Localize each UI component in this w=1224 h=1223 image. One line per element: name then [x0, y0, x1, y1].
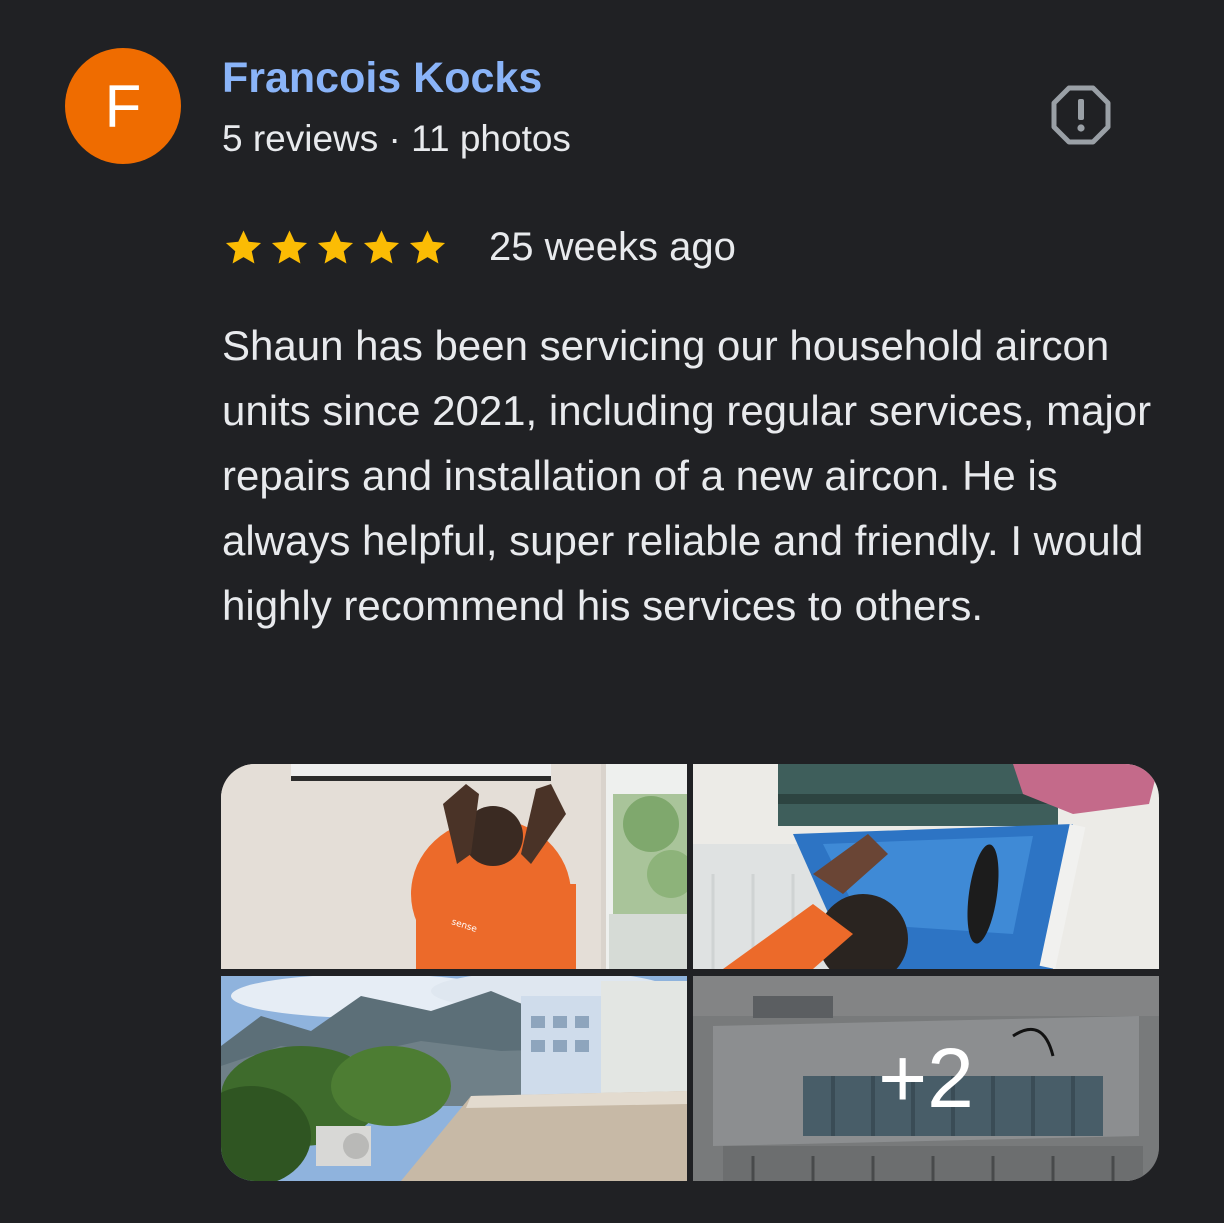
more-photos-count: +2: [878, 1031, 974, 1125]
author-meta: 5 reviews · 11 photos: [222, 118, 571, 159]
star-icon: [225, 229, 262, 263]
photo-rooftop-mountain-view: [221, 976, 687, 1181]
review-photo[interactable]: [693, 764, 1159, 969]
photo-grid: sense +2: [221, 764, 1159, 1181]
review-photo[interactable]: sense: [221, 764, 687, 969]
avatar[interactable]: F: [65, 48, 181, 164]
avatar-initial: F: [104, 72, 142, 140]
photo-aircon-cleaning-cover: [693, 764, 1159, 969]
report-button[interactable]: [1048, 82, 1114, 148]
star-icon: [271, 229, 308, 263]
review-text: Shaun has been servicing our household a…: [222, 322, 1152, 629]
rating-row: 25 weeks ago: [222, 222, 736, 272]
review-photo[interactable]: [221, 976, 687, 1181]
star-rating: [222, 226, 449, 269]
report-icon: [1051, 85, 1111, 145]
star-icon: [409, 229, 446, 263]
more-photos-overlay[interactable]: +2: [693, 976, 1159, 1181]
review-date: 25 weeks ago: [489, 224, 736, 269]
author-name-link[interactable]: Francois Kocks: [222, 54, 542, 103]
star-icon: [363, 229, 400, 263]
star-icon: [317, 229, 354, 263]
photo-technician-servicing-aircon: sense: [221, 764, 687, 969]
review-card: F Francois Kocks 5 reviews · 11 photos 2…: [0, 0, 1224, 1223]
review-photo-more[interactable]: +2: [693, 976, 1159, 1181]
